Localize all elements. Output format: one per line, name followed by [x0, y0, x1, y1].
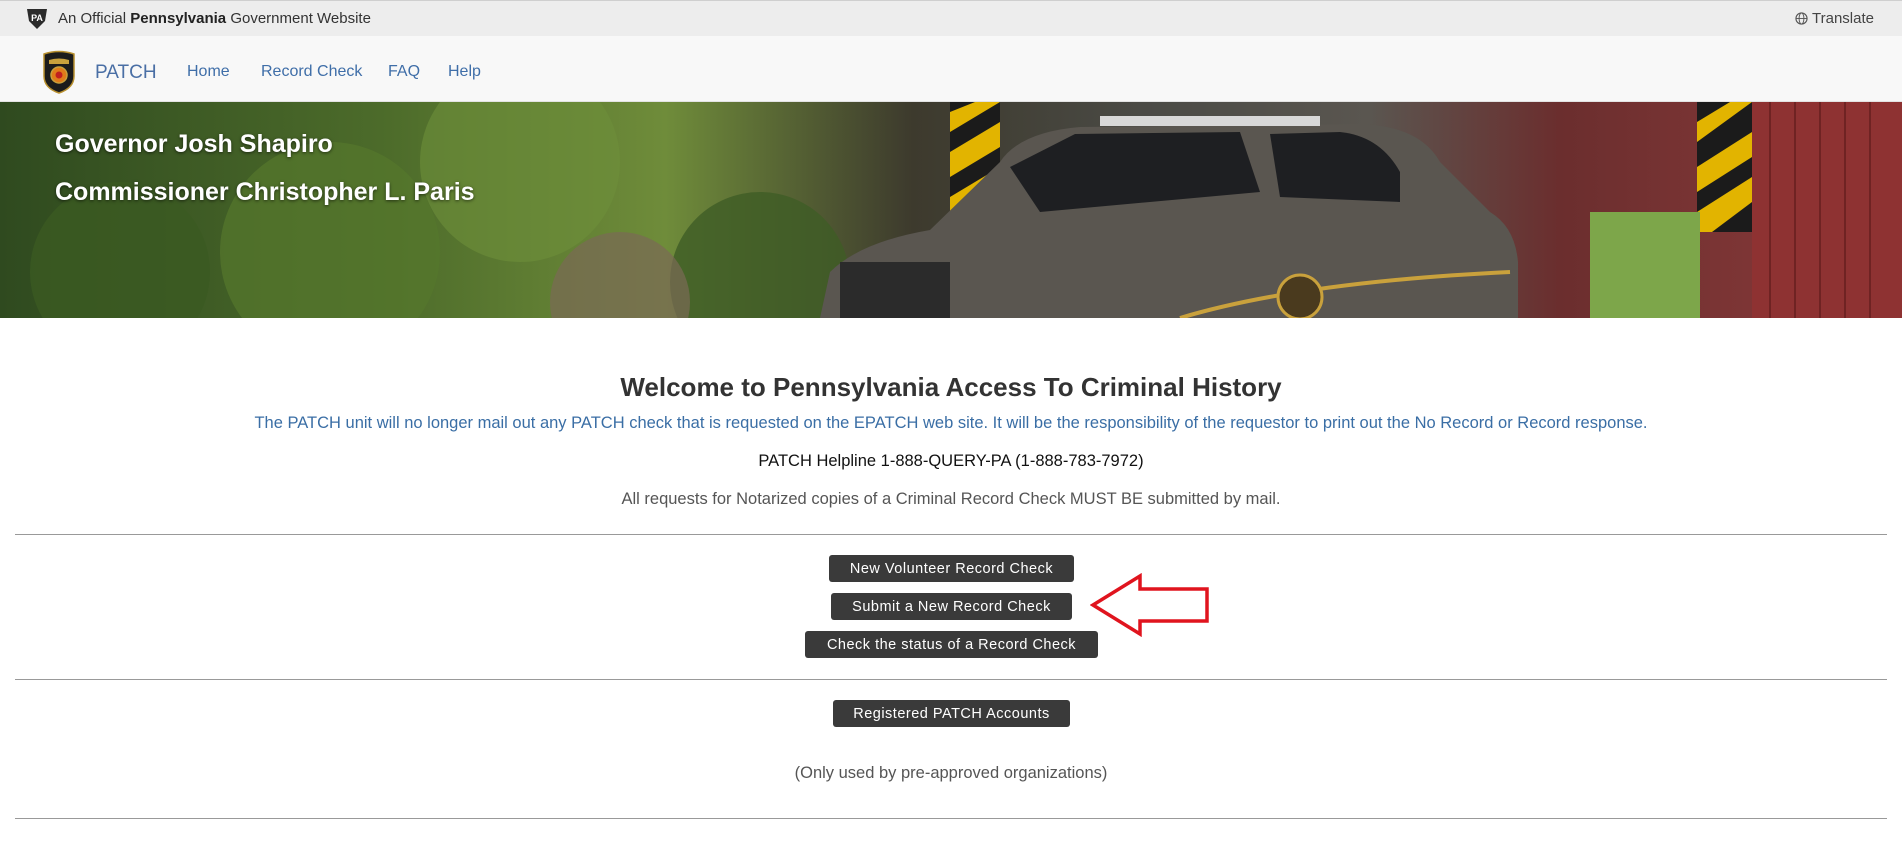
nav-home[interactable]: Home	[187, 63, 230, 81]
registered-patch-accounts-button[interactable]: Registered PATCH Accounts	[833, 700, 1070, 727]
nav-faq[interactable]: FAQ	[388, 63, 420, 81]
translate-button[interactable]: Translate	[1795, 10, 1874, 27]
pa-keystone-icon: PA	[27, 9, 47, 29]
helpline-text: PATCH Helpline 1-888-QUERY-PA (1-888-783…	[758, 452, 1144, 470]
submit-new-record-check-button[interactable]: Submit a New Record Check	[831, 593, 1072, 620]
divider	[15, 534, 1887, 535]
left-arrow-annotation-icon	[1090, 573, 1209, 637]
page-title: Welcome to Pennsylvania Access To Crimin…	[620, 372, 1282, 402]
preapproved-note: (Only used by pre-approved organizations…	[794, 764, 1108, 782]
globe-icon	[1795, 12, 1808, 25]
governor-name: Governor Josh Shapiro	[55, 130, 333, 158]
translate-label: Translate	[1812, 10, 1874, 27]
nav-help[interactable]: Help	[448, 63, 481, 81]
mail-notice: The PATCH unit will no longer mail out a…	[254, 414, 1648, 432]
official-site-text: An Official Pennsylvania Government Webs…	[58, 10, 371, 27]
svg-text:PA: PA	[31, 13, 43, 23]
check-record-status-button[interactable]: Check the status of a Record Check	[805, 631, 1098, 658]
commissioner-name: Commissioner Christopher L. Paris	[55, 178, 475, 206]
official-state: Pennsylvania	[130, 10, 227, 27]
official-prefix: An Official	[58, 10, 131, 27]
official-suffix: Government Website	[226, 10, 371, 27]
hero-banner: Governor Josh Shapiro Commissioner Chris…	[0, 102, 1902, 318]
official-banner: PA An Official Pennsylvania Government W…	[0, 0, 1902, 36]
state-police-badge-icon[interactable]	[41, 50, 77, 94]
divider	[15, 679, 1887, 680]
nav-record-check[interactable]: Record Check	[261, 63, 362, 81]
notarized-notice: All requests for Notarized copies of a C…	[621, 490, 1281, 508]
divider	[15, 818, 1887, 819]
brand-link[interactable]: PATCH	[95, 62, 157, 84]
new-volunteer-record-check-button[interactable]: New Volunteer Record Check	[829, 555, 1074, 582]
